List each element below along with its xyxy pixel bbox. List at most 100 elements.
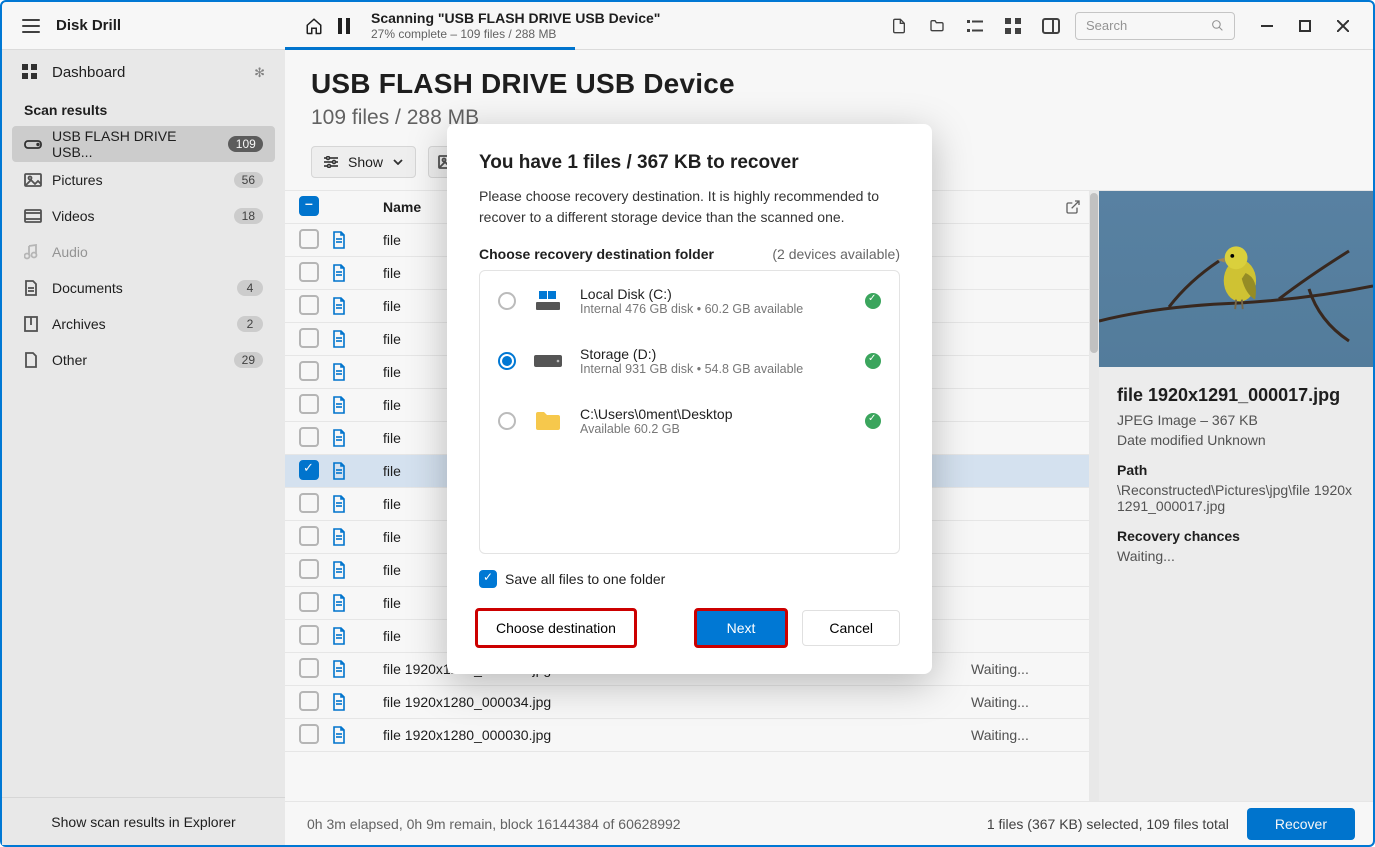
sidebar-item-archives[interactable]: Archives 2 bbox=[12, 306, 275, 342]
file-icon bbox=[331, 594, 383, 612]
sidebar-item-pictures[interactable]: Pictures 56 bbox=[12, 162, 275, 198]
sidebar-dashboard[interactable]: Dashboard bbox=[12, 54, 275, 90]
tab-scan[interactable]: Scanning "USB FLASH DRIVE USB Device" 27… bbox=[285, 2, 885, 49]
sidebar-item-videos[interactable]: Videos 18 bbox=[12, 198, 275, 234]
file-icon bbox=[331, 297, 383, 315]
save-all-checkbox[interactable]: Save all files to one folder bbox=[479, 570, 900, 588]
recover-button[interactable]: Recover bbox=[1247, 808, 1355, 840]
disk-icon bbox=[532, 350, 564, 372]
home-icon[interactable] bbox=[305, 17, 323, 35]
audio-icon bbox=[24, 244, 42, 260]
row-checkbox[interactable] bbox=[299, 427, 319, 447]
file-icon bbox=[331, 693, 383, 711]
file-icon bbox=[331, 363, 383, 381]
file-icon bbox=[331, 495, 383, 513]
table-scrollbar[interactable] bbox=[1089, 191, 1099, 801]
row-checkbox[interactable] bbox=[299, 460, 319, 480]
row-checkbox[interactable] bbox=[299, 658, 319, 678]
sidebar-item-other[interactable]: Other 29 bbox=[12, 342, 275, 378]
titlebar: Disk Drill Scanning "USB FLASH DRIVE USB… bbox=[2, 2, 1373, 50]
row-checkbox[interactable] bbox=[299, 559, 319, 579]
next-button[interactable]: Next bbox=[694, 608, 789, 648]
row-checkbox[interactable] bbox=[299, 592, 319, 612]
folder-icon[interactable] bbox=[923, 12, 951, 40]
destination-option[interactable]: Storage (D:)Internal 931 GB disk • 54.8 … bbox=[480, 331, 899, 391]
destination-option[interactable]: Local Disk (C:)Internal 476 GB disk • 60… bbox=[480, 271, 899, 331]
status-bar: 0h 3m elapsed, 0h 9m remain, block 16144… bbox=[285, 801, 1373, 845]
preview-panel: file 1920x1291_000017.jpg JPEG Image – 3… bbox=[1099, 191, 1373, 801]
modal-description: Please choose recovery destination. It i… bbox=[479, 186, 900, 228]
sidebar-footer-button[interactable]: Show scan results in Explorer bbox=[2, 797, 285, 845]
close-button[interactable] bbox=[1327, 12, 1359, 40]
panel-toggle-icon[interactable] bbox=[1037, 12, 1065, 40]
file-icon bbox=[331, 561, 383, 579]
file-icon bbox=[331, 429, 383, 447]
row-checkbox[interactable] bbox=[299, 229, 319, 249]
check-icon bbox=[865, 353, 881, 369]
spinner-icon bbox=[254, 64, 265, 81]
doc-icon bbox=[24, 280, 42, 296]
modal-subheading: Choose recovery destination folder bbox=[479, 246, 714, 262]
destination-option[interactable]: C:\Users\0ment\DesktopAvailable 60.2 GB bbox=[480, 391, 899, 451]
pause-icon[interactable] bbox=[337, 18, 351, 34]
file-name-cell: file 1920x1280_000034.jpg bbox=[383, 694, 971, 710]
header-checkbox[interactable] bbox=[299, 196, 319, 216]
cancel-button[interactable]: Cancel bbox=[802, 610, 900, 646]
search-input[interactable]: Search bbox=[1075, 12, 1235, 40]
check-icon bbox=[865, 293, 881, 309]
disk-icon bbox=[532, 410, 564, 432]
table-row[interactable]: file 1920x1280_000034.jpgWaiting...–JPEG… bbox=[285, 686, 1089, 719]
row-checkbox[interactable] bbox=[299, 361, 319, 381]
app-title: Disk Drill bbox=[56, 17, 121, 34]
file-icon[interactable] bbox=[885, 12, 913, 40]
modal-title: You have 1 files / 367 KB to recover bbox=[479, 152, 900, 174]
row-checkbox[interactable] bbox=[299, 328, 319, 348]
status-right: 1 files (367 KB) selected, 109 files tot… bbox=[987, 816, 1229, 832]
radio-icon bbox=[498, 412, 516, 430]
picture-icon bbox=[24, 173, 42, 187]
chevron-down-icon bbox=[393, 159, 403, 165]
search-icon bbox=[1211, 19, 1224, 32]
preview-path-label: Path bbox=[1117, 462, 1355, 478]
disk-icon bbox=[532, 290, 564, 312]
radio-icon bbox=[498, 292, 516, 310]
maximize-button[interactable] bbox=[1289, 12, 1321, 40]
drive-icon bbox=[24, 138, 42, 150]
choose-destination-button[interactable]: Choose destination bbox=[475, 608, 637, 648]
sidebar-item-drive[interactable]: USB FLASH DRIVE USB... 109 bbox=[12, 126, 275, 162]
recovery-modal: You have 1 files / 367 KB to recover Ple… bbox=[447, 124, 932, 674]
sidebar: Dashboard Scan results USB FLASH DRIVE U… bbox=[2, 50, 285, 845]
row-checkbox[interactable] bbox=[299, 691, 319, 711]
sidebar-item-audio[interactable]: Audio bbox=[12, 234, 275, 270]
file-icon bbox=[331, 462, 383, 480]
grid-view-icon[interactable] bbox=[999, 12, 1027, 40]
table-row[interactable]: file 1920x1280_000030.jpgWaiting...–JPEG… bbox=[285, 719, 1089, 752]
checkbox-icon bbox=[479, 570, 497, 588]
preview-recovery: Waiting... bbox=[1117, 548, 1355, 564]
radio-icon bbox=[498, 352, 516, 370]
file-name-cell: file 1920x1280_000030.jpg bbox=[383, 727, 971, 743]
file-icon bbox=[331, 396, 383, 414]
tab-title: Scanning "USB FLASH DRIVE USB Device" bbox=[371, 10, 660, 27]
list-view-icon[interactable] bbox=[961, 12, 989, 40]
row-checkbox[interactable] bbox=[299, 493, 319, 513]
minimize-button[interactable] bbox=[1251, 12, 1283, 40]
sidebar-heading: Scan results bbox=[2, 98, 285, 126]
status-left: 0h 3m elapsed, 0h 9m remain, block 16144… bbox=[307, 816, 681, 832]
row-checkbox[interactable] bbox=[299, 394, 319, 414]
preview-image bbox=[1099, 191, 1373, 367]
show-dropdown[interactable]: Show bbox=[311, 146, 416, 178]
file-icon bbox=[331, 726, 383, 744]
row-checkbox[interactable] bbox=[299, 262, 319, 282]
row-checkbox[interactable] bbox=[299, 526, 319, 546]
sidebar-item-documents[interactable]: Documents 4 bbox=[12, 270, 275, 306]
video-icon bbox=[24, 209, 42, 223]
archive-icon bbox=[24, 316, 42, 332]
row-checkbox[interactable] bbox=[299, 295, 319, 315]
modal-devices-count: (2 devices available) bbox=[772, 246, 900, 262]
row-checkbox[interactable] bbox=[299, 625, 319, 645]
file-icon bbox=[331, 231, 383, 249]
open-external-icon[interactable] bbox=[1065, 199, 1081, 215]
menu-icon[interactable] bbox=[22, 19, 40, 33]
row-checkbox[interactable] bbox=[299, 724, 319, 744]
